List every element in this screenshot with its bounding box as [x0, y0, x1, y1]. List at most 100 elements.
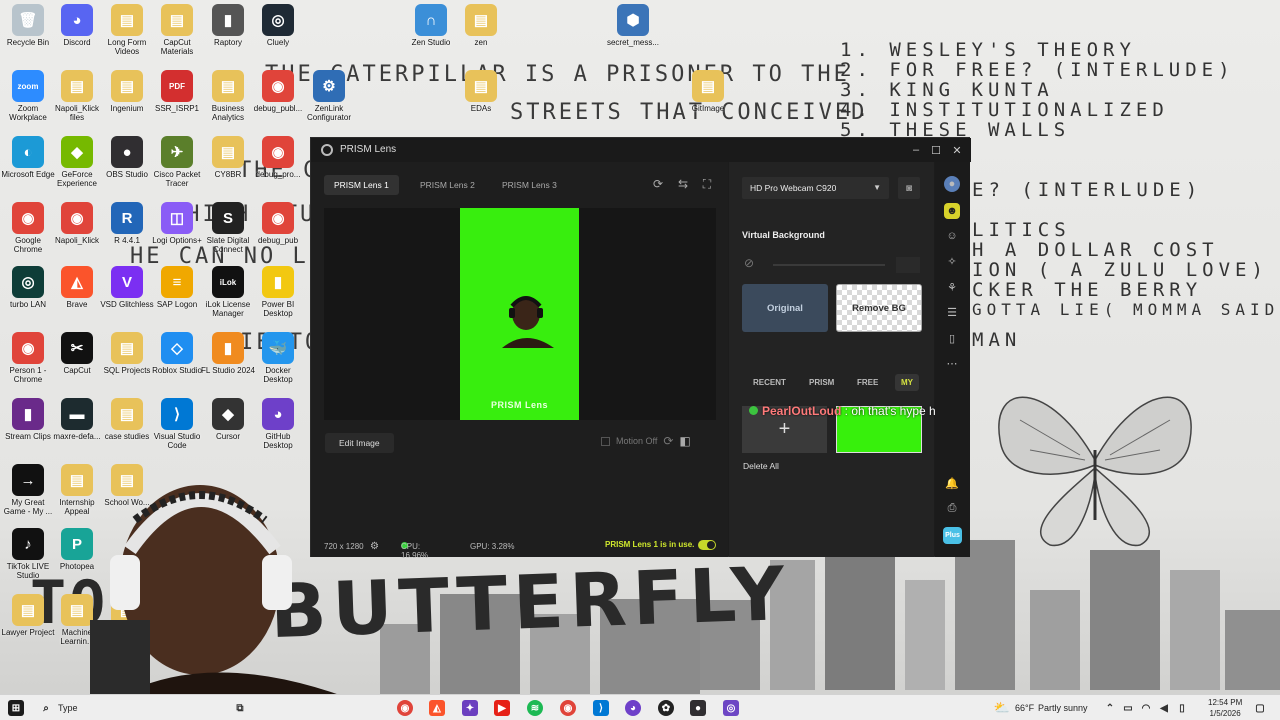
- desktop-icon[interactable]: ▤ CY8BR: [200, 136, 256, 188]
- tab-prism-lens-3[interactable]: PRISM Lens 3: [492, 175, 567, 195]
- remove-bg-button[interactable]: Remove BG: [836, 284, 922, 332]
- notification-icon[interactable]: ▢: [1252, 700, 1268, 716]
- desktop-icon[interactable]: ◇ Roblox Studio: [149, 332, 205, 384]
- desktop-icon[interactable]: ▤ Long Form Videos: [99, 4, 155, 56]
- search-icon[interactable]: ⌕: [38, 700, 54, 716]
- spotify-taskbar-icon[interactable]: ≋: [527, 700, 543, 716]
- desktop-icon[interactable]: 🐳 Docker Desktop: [250, 332, 306, 384]
- desktop-icon[interactable]: ◉ Napoli_Klick: [49, 202, 105, 254]
- desktop-icon[interactable]: 🗑 Recycle Bin: [0, 4, 56, 56]
- task-view-icon[interactable]: ⧉: [232, 700, 248, 716]
- adjust-icon[interactable]: ☰: [944, 304, 960, 320]
- desktop-icon[interactable]: iLok iLok License Manager: [200, 266, 256, 318]
- desktop-icon[interactable]: ▤ SQL Projects: [99, 332, 155, 384]
- desktop-icon[interactable]: ▤ EDAs: [453, 70, 509, 122]
- sparkle-icon[interactable]: ✧: [944, 253, 960, 269]
- tab-my[interactable]: MY: [895, 374, 919, 391]
- wifi-icon[interactable]: ◠: [1138, 700, 1154, 716]
- desktop-icon[interactable]: ⬢ secret_mess...: [605, 4, 661, 56]
- vscode-taskbar-icon[interactable]: ⟩: [593, 700, 609, 716]
- weather-desc[interactable]: Partly sunny: [1038, 703, 1088, 713]
- compare-icon[interactable]: ◧: [679, 434, 690, 448]
- tray-chevron-up-icon[interactable]: ⌃: [1102, 700, 1118, 716]
- desktop-icon[interactable]: ◉ debug_publ...: [250, 70, 306, 122]
- desktop-icon[interactable]: ◎ Cluely: [250, 4, 306, 56]
- desktop-icon[interactable]: R R 4.4.1: [99, 202, 155, 254]
- desktop-icon[interactable]: ◉ debug_pub: [250, 202, 306, 254]
- desktop-icon[interactable]: ▤ Lawyer Project: [0, 594, 56, 646]
- stamp-icon[interactable]: ⎙: [944, 500, 960, 516]
- desktop-icon[interactable]: ⚙ ZenLink Configurator: [301, 70, 357, 122]
- desktop-icon[interactable]: S Slate Digital Connect: [200, 202, 256, 254]
- edit-image-button[interactable]: Edit Image: [325, 433, 394, 453]
- desktop-icon[interactable]: ◎ turbo LAN: [0, 266, 56, 318]
- tab-prism-lens-2[interactable]: PRISM Lens 2: [410, 175, 485, 195]
- motion-toggle[interactable]: Motion Off ⟳ ◧: [601, 434, 691, 448]
- prism-taskbar-icon[interactable]: ◎: [723, 700, 739, 716]
- desktop-icon[interactable]: ◆ Cursor: [200, 398, 256, 450]
- weather-temp[interactable]: 66°F: [1015, 703, 1034, 713]
- desktop-icon[interactable]: zoom Zoom Workplace: [0, 70, 56, 122]
- desktop-icon[interactable]: ▤ Ingenium: [99, 70, 155, 122]
- desktop-icon[interactable]: ▮ FL Studio 2024: [200, 332, 256, 384]
- github-taskbar-icon[interactable]: ◕: [625, 700, 641, 716]
- rotate-icon[interactable]: ⟳: [650, 176, 666, 192]
- tab-prism-lens-1[interactable]: PRISM Lens 1: [324, 175, 399, 195]
- minimize-button[interactable]: –: [905, 141, 927, 159]
- delete-all-button[interactable]: Delete All: [743, 461, 779, 471]
- brave-taskbar-icon[interactable]: ◭: [429, 700, 445, 716]
- desktop-icon[interactable]: ● OBS Studio: [99, 136, 155, 188]
- network-icon[interactable]: ▭: [1120, 700, 1136, 716]
- desktop-icon[interactable]: ▮ Power BI Desktop: [250, 266, 306, 318]
- filter-icon[interactable]: ⚘: [944, 279, 960, 295]
- crop-icon[interactable]: ⛶: [699, 176, 715, 192]
- desktop-icon[interactable]: ✂ CapCut: [49, 332, 105, 384]
- desktop-icon[interactable]: ◕ Discord: [49, 4, 105, 56]
- desktop-icon[interactable]: ≡ SAP Logon: [149, 266, 205, 318]
- desktop-icon[interactable]: ◉ Google Chrome: [0, 202, 56, 254]
- chrome-taskbar-icon[interactable]: ◉: [397, 700, 413, 716]
- refresh-icon[interactable]: ⟳: [663, 434, 673, 448]
- chrome-profile-taskbar-icon[interactable]: ◉: [560, 700, 576, 716]
- desktop-icon[interactable]: ◉ debug_pro...: [250, 136, 306, 188]
- lens-enable-toggle[interactable]: [698, 540, 716, 550]
- clock[interactable]: 12:54 PM 1/5/2026: [1208, 697, 1242, 719]
- desktop-icon[interactable]: ⟩ Visual Studio Code: [149, 398, 205, 450]
- camera-select[interactable]: HD Pro Webcam C920 ▼: [742, 177, 889, 199]
- desktop-icon[interactable]: ▤ Business Analytics: [200, 70, 256, 122]
- motion-checkbox[interactable]: [601, 436, 610, 446]
- desktop-icon[interactable]: ▤ case studies: [99, 398, 155, 450]
- desktop-icon[interactable]: ▤ zen: [453, 4, 509, 56]
- desktop-icon[interactable]: ◭ Brave: [49, 266, 105, 318]
- desktop-icon[interactable]: PDF SSR_ISRP1: [149, 70, 205, 122]
- profile-avatar-icon[interactable]: ●: [944, 176, 960, 192]
- obs-taskbar-icon[interactable]: ●: [690, 700, 706, 716]
- volume-icon[interactable]: ◀: [1156, 700, 1172, 716]
- windows-start-icon[interactable]: ⊞: [8, 700, 24, 716]
- bell-icon[interactable]: 🔔: [944, 475, 960, 491]
- bg-original-button[interactable]: Original: [742, 284, 828, 332]
- tab-prism[interactable]: PRISM: [809, 378, 834, 387]
- desktop-icon[interactable]: ▮ Stream Clips: [0, 398, 56, 450]
- tab-recent[interactable]: RECENT: [753, 378, 786, 387]
- desktop-icon[interactable]: ▤ GitImage: [680, 70, 736, 122]
- face-icon[interactable]: ☺: [944, 228, 960, 244]
- desktop-icon[interactable]: ◐ Microsoft Edge: [0, 136, 56, 188]
- clipboard-icon[interactable]: ▯: [944, 330, 960, 346]
- desktop-icon[interactable]: ◆ GeForce Experience: [49, 136, 105, 188]
- desktop-icon[interactable]: ▤ Napoli_Klick files: [49, 70, 105, 122]
- desktop-icon[interactable]: V VSD Glitchless: [99, 266, 155, 318]
- app-taskbar-icon[interactable]: ✦: [462, 700, 478, 716]
- blur-slider[interactable]: [773, 264, 885, 266]
- desktop-icon[interactable]: ◕ GitHub Desktop: [250, 398, 306, 450]
- weather-icon[interactable]: ⛅: [994, 700, 1010, 716]
- desktop-icon[interactable]: ∩ Zen Studio: [403, 4, 459, 56]
- desktop-icon[interactable]: ◉ Person 1 - Chrome: [0, 332, 56, 384]
- desktop-icon[interactable]: ▤ CapCut Materials: [149, 4, 205, 56]
- plus-badge[interactable]: Plus: [943, 527, 962, 544]
- battery-icon[interactable]: ▯: [1174, 700, 1190, 716]
- lens-person-icon[interactable]: ☻: [944, 203, 960, 219]
- camera-settings-icon[interactable]: ◙: [898, 177, 920, 199]
- desktop-icon[interactable]: ▮ Raptory: [200, 4, 256, 56]
- blur-value-box[interactable]: [896, 257, 920, 273]
